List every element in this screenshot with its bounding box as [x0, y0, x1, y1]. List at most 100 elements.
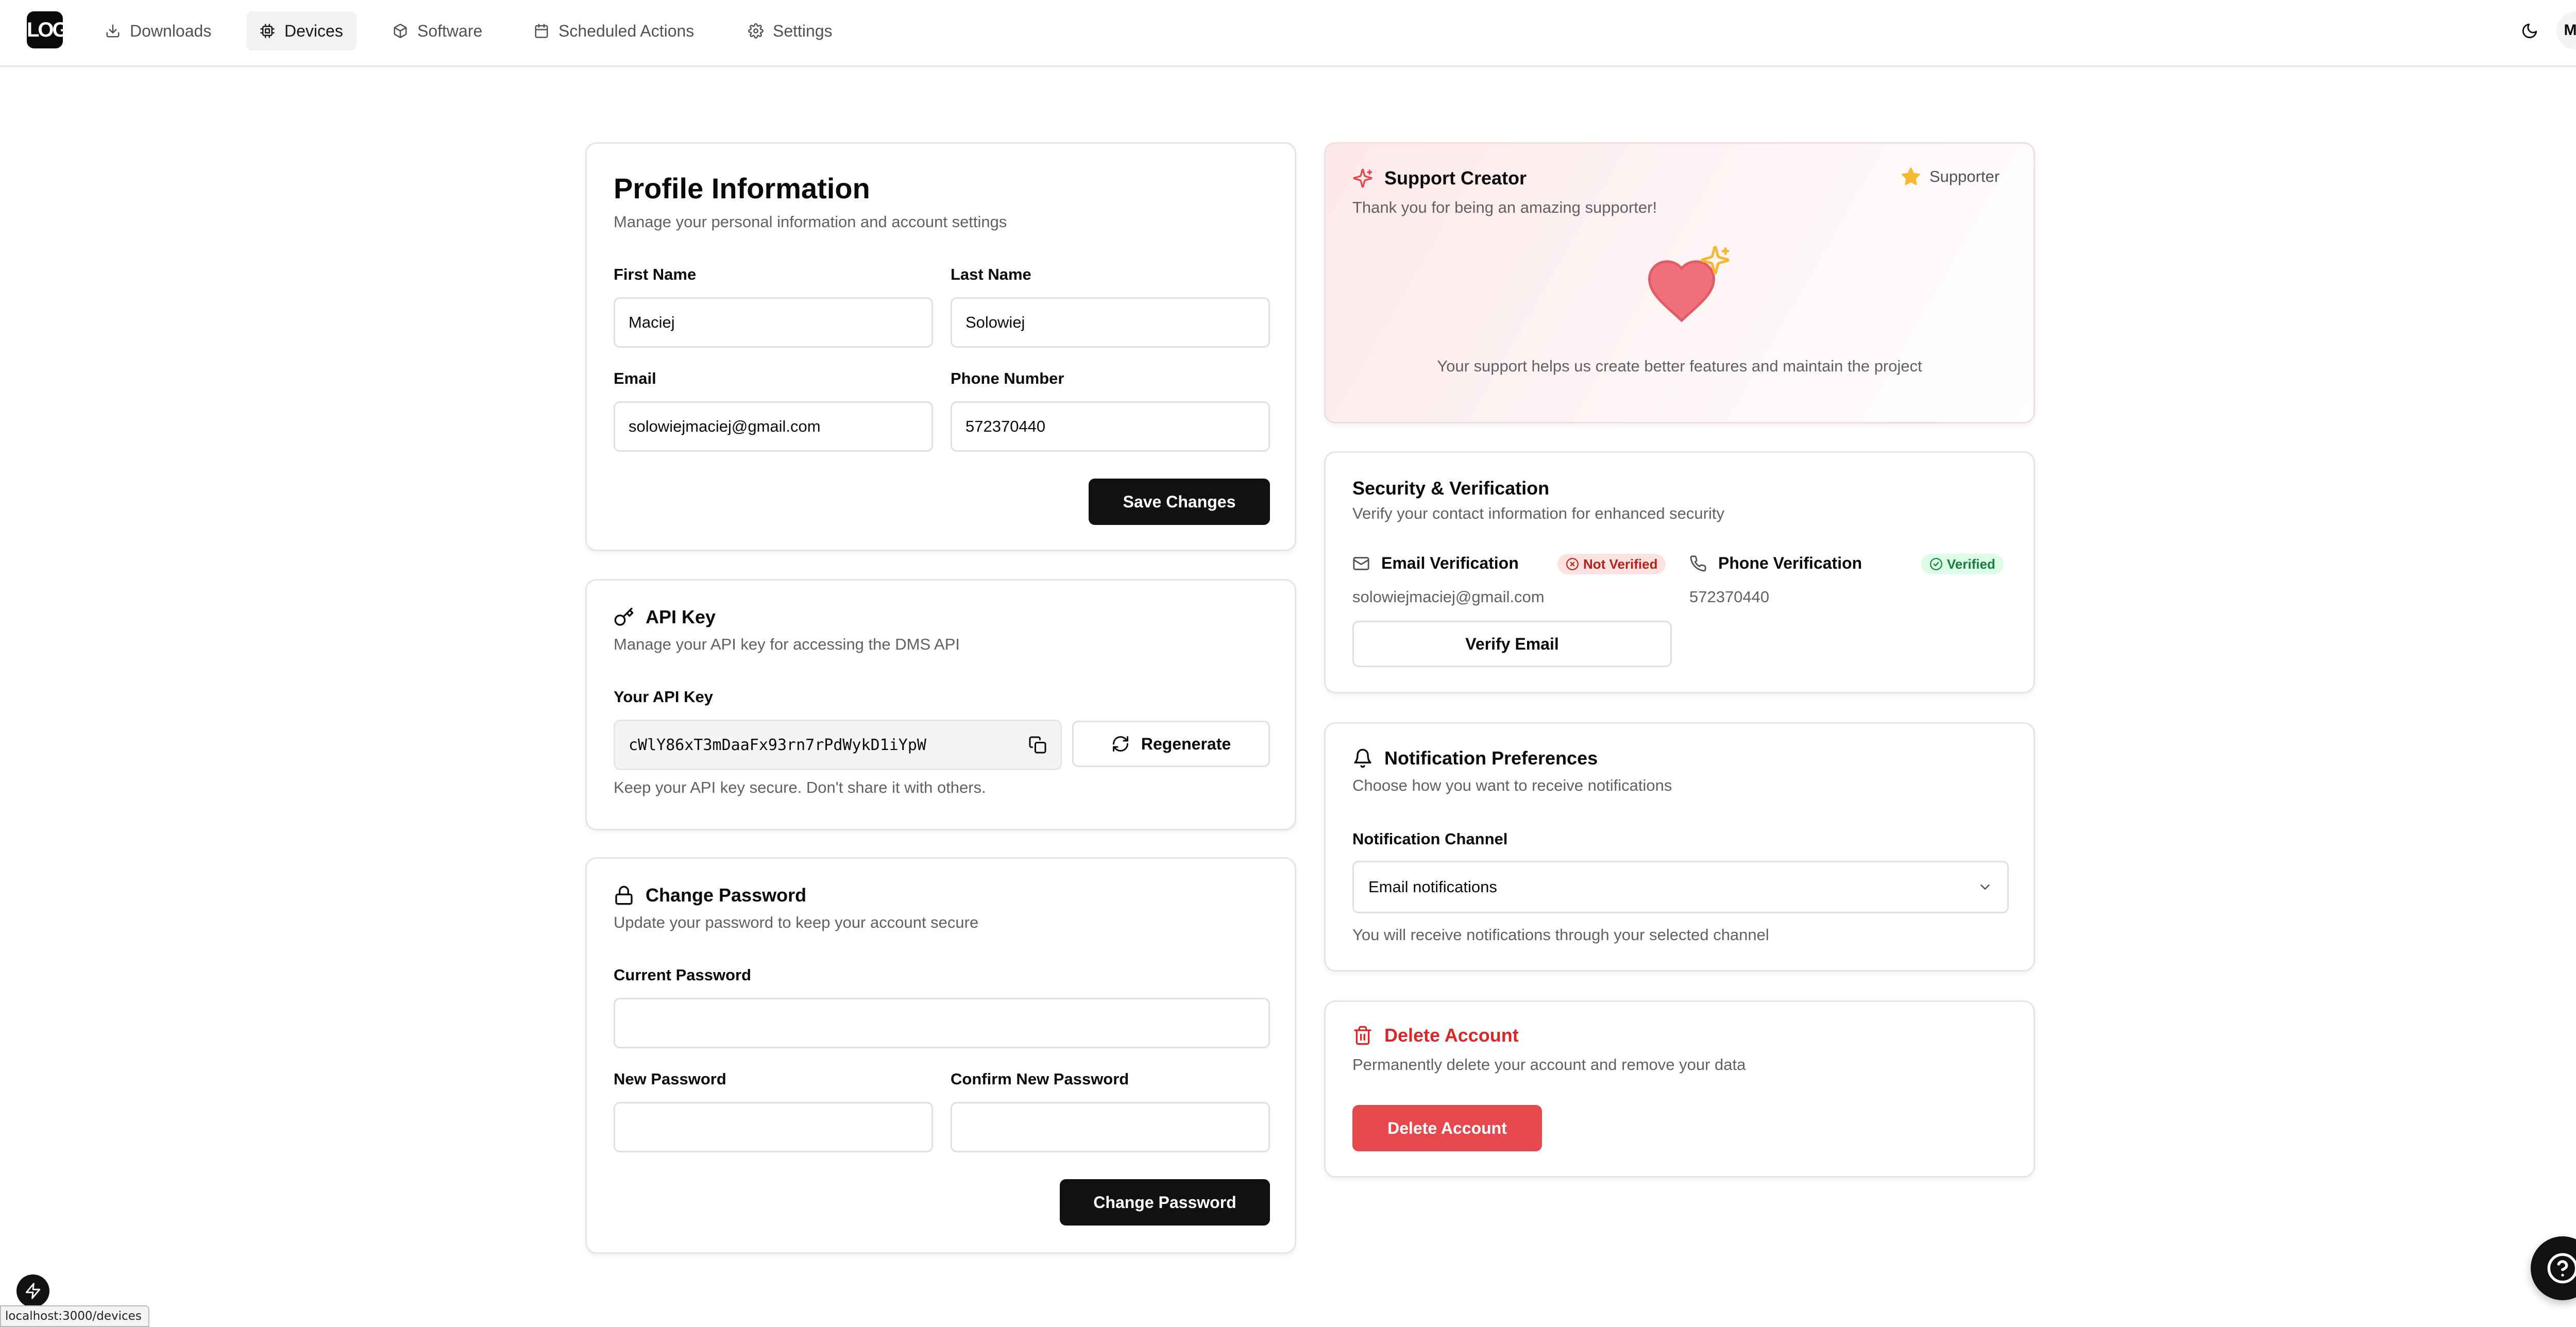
- notification-channel-label: Notification Channel: [1352, 830, 1508, 848]
- sparkles-icon: [1353, 168, 1372, 188]
- nav-item-label: Settings: [773, 21, 833, 40]
- support-subtitle: Thank you for being an amazing supporter…: [1352, 198, 1657, 216]
- sparkle-icon: [1701, 246, 1730, 275]
- support-heading: Support Creator: [1352, 167, 1527, 189]
- change-password-button[interactable]: Change Password: [1060, 1179, 1270, 1226]
- copy-icon[interactable]: [1028, 736, 1047, 754]
- first-name-input[interactable]: Maciej: [614, 297, 933, 348]
- security-verification-card: Security & Verification Verify your cont…: [1324, 451, 2035, 693]
- phone-number-label: Phone Number: [951, 369, 1064, 387]
- nav-item-label: Devices: [284, 21, 343, 40]
- verified-label: Verified: [1947, 556, 1995, 572]
- notification-hint: You will receive notifications through y…: [1352, 926, 1769, 944]
- first-name-label: First Name: [614, 265, 697, 283]
- email-verification-label: Email Verification: [1381, 554, 1519, 572]
- status-url: localhost:3000/devices: [0, 1305, 149, 1327]
- profile-information-card: Profile Information Manage your personal…: [585, 142, 1296, 551]
- notification-preferences-card: Notification Preferences Choose how you …: [1324, 722, 2035, 972]
- phone-number-input[interactable]: 572370440: [951, 401, 1270, 452]
- avatar[interactable]: MS: [2556, 11, 2576, 49]
- notification-channel-select[interactable]: Email notifications: [1352, 861, 2009, 913]
- api-key-heading: API Key: [614, 606, 716, 628]
- notification-description: Choose how you want to receive notificat…: [1352, 776, 1672, 794]
- nav-item-software[interactable]: Software: [379, 11, 496, 50]
- nav-item-scheduled-actions[interactable]: Scheduled Actions: [520, 11, 707, 50]
- security-description: Verify your contact information for enha…: [1352, 504, 1724, 522]
- moon-icon: [2522, 23, 2537, 39]
- notification-heading: Notification Preferences: [1352, 747, 1598, 769]
- help-button[interactable]: [2531, 1236, 2576, 1300]
- bell-icon: [1354, 748, 1371, 768]
- last-name-input[interactable]: Solowiej: [951, 297, 1270, 348]
- last-name-label: Last Name: [951, 265, 1031, 283]
- nav-item-label: Software: [417, 21, 483, 40]
- regenerate-button[interactable]: Regenerate: [1072, 721, 1270, 767]
- mail-icon: [1353, 556, 1369, 570]
- supporter-badge: Supporter: [1892, 166, 2008, 187]
- top-navigation: LOGO Downloads Devices Software Schedule…: [0, 0, 2576, 67]
- refresh-icon: [1112, 736, 1128, 752]
- api-key-value: cWlY86xT3mDaaFx93rn7rPdWykD1iYpW: [629, 736, 926, 754]
- nav-item-devices[interactable]: Devices: [246, 11, 357, 50]
- not-verified-badge: Not Verified: [1557, 554, 1666, 574]
- phone-verification-heading: Phone Verification: [1689, 554, 1862, 573]
- lock-icon: [615, 886, 633, 905]
- notification-channel-value: Email notifications: [1368, 878, 1497, 896]
- email-verification-heading: Email Verification: [1352, 554, 1519, 573]
- support-title: Support Creator: [1384, 167, 1527, 189]
- download-icon: [106, 24, 120, 38]
- phone-icon: [1690, 555, 1706, 571]
- support-creator-card: Support Creator Thank you for being an a…: [1324, 142, 2035, 423]
- delete-account-button[interactable]: Delete Account: [1352, 1105, 1542, 1151]
- verified-badge: Verified: [1921, 554, 2004, 574]
- confirm-password-input[interactable]: [951, 1102, 1270, 1152]
- api-key-hint: Keep your API key secure. Don't share it…: [614, 778, 986, 796]
- phone-verification-label: Phone Verification: [1718, 554, 1862, 572]
- current-password-input[interactable]: [614, 998, 1270, 1048]
- current-password-label: Current Password: [614, 966, 752, 984]
- verify-email-button[interactable]: Verify Email: [1352, 621, 1672, 667]
- delete-account-card: Delete Account Permanently delete your a…: [1324, 1000, 2035, 1178]
- theme-toggle-button[interactable]: [2514, 15, 2545, 46]
- regenerate-label: Regenerate: [1141, 734, 1231, 753]
- email-input[interactable]: solowiejmaciej@gmail.com: [614, 401, 933, 452]
- star-icon: [1902, 167, 1920, 185]
- package-icon: [394, 24, 407, 38]
- gear-icon: [748, 23, 764, 39]
- profile-description: Manage your personal information and acc…: [614, 213, 1007, 231]
- nav-item-label: Scheduled Actions: [558, 21, 694, 40]
- key-icon: [614, 607, 634, 626]
- email-label: Email: [614, 369, 656, 387]
- x-circle-icon: [1566, 558, 1579, 570]
- api-key-title: API Key: [646, 606, 716, 627]
- api-key-label: Your API Key: [614, 688, 713, 706]
- new-password-label: New Password: [614, 1070, 726, 1088]
- nav-item-label: Downloads: [130, 21, 212, 40]
- dev-tools-button[interactable]: [16, 1274, 49, 1307]
- change-password-description: Update your password to keep your accoun…: [614, 913, 979, 931]
- api-key-description: Manage your API key for accessing the DM…: [614, 635, 960, 653]
- bolt-icon: [25, 1283, 41, 1299]
- delete-account-description: Permanently delete your account and remo…: [1352, 1056, 1746, 1074]
- change-password-title: Change Password: [646, 884, 807, 906]
- change-password-heading: Change Password: [614, 884, 806, 906]
- nav-item-downloads[interactable]: Downloads: [92, 11, 225, 50]
- security-title: Security & Verification: [1352, 478, 1550, 499]
- confirm-password-label: Confirm New Password: [951, 1070, 1129, 1088]
- supporter-badge-label: Supporter: [1929, 167, 2000, 185]
- api-key-card: API Key Manage your API key for accessin…: [585, 579, 1296, 830]
- change-password-card: Change Password Update your password to …: [585, 857, 1296, 1254]
- nav-item-settings[interactable]: Settings: [735, 11, 846, 50]
- trash-icon: [1354, 1026, 1371, 1045]
- calendar-icon: [535, 24, 548, 38]
- check-circle-icon: [1930, 558, 1942, 570]
- support-message: Your support helps us create better feat…: [1437, 357, 1922, 375]
- save-changes-button[interactable]: Save Changes: [1089, 479, 1270, 525]
- verification-phone-value: 572370440: [1689, 588, 1770, 606]
- delete-account-heading: Delete Account: [1352, 1025, 1519, 1046]
- help-circle-icon: [2547, 1253, 2576, 1284]
- chevron-down-icon: [1980, 884, 1990, 890]
- logo[interactable]: LOGO: [27, 11, 63, 48]
- api-key-field: cWlY86xT3mDaaFx93rn7rPdWykD1iYpW: [614, 720, 1062, 770]
- new-password-input[interactable]: [614, 1102, 933, 1152]
